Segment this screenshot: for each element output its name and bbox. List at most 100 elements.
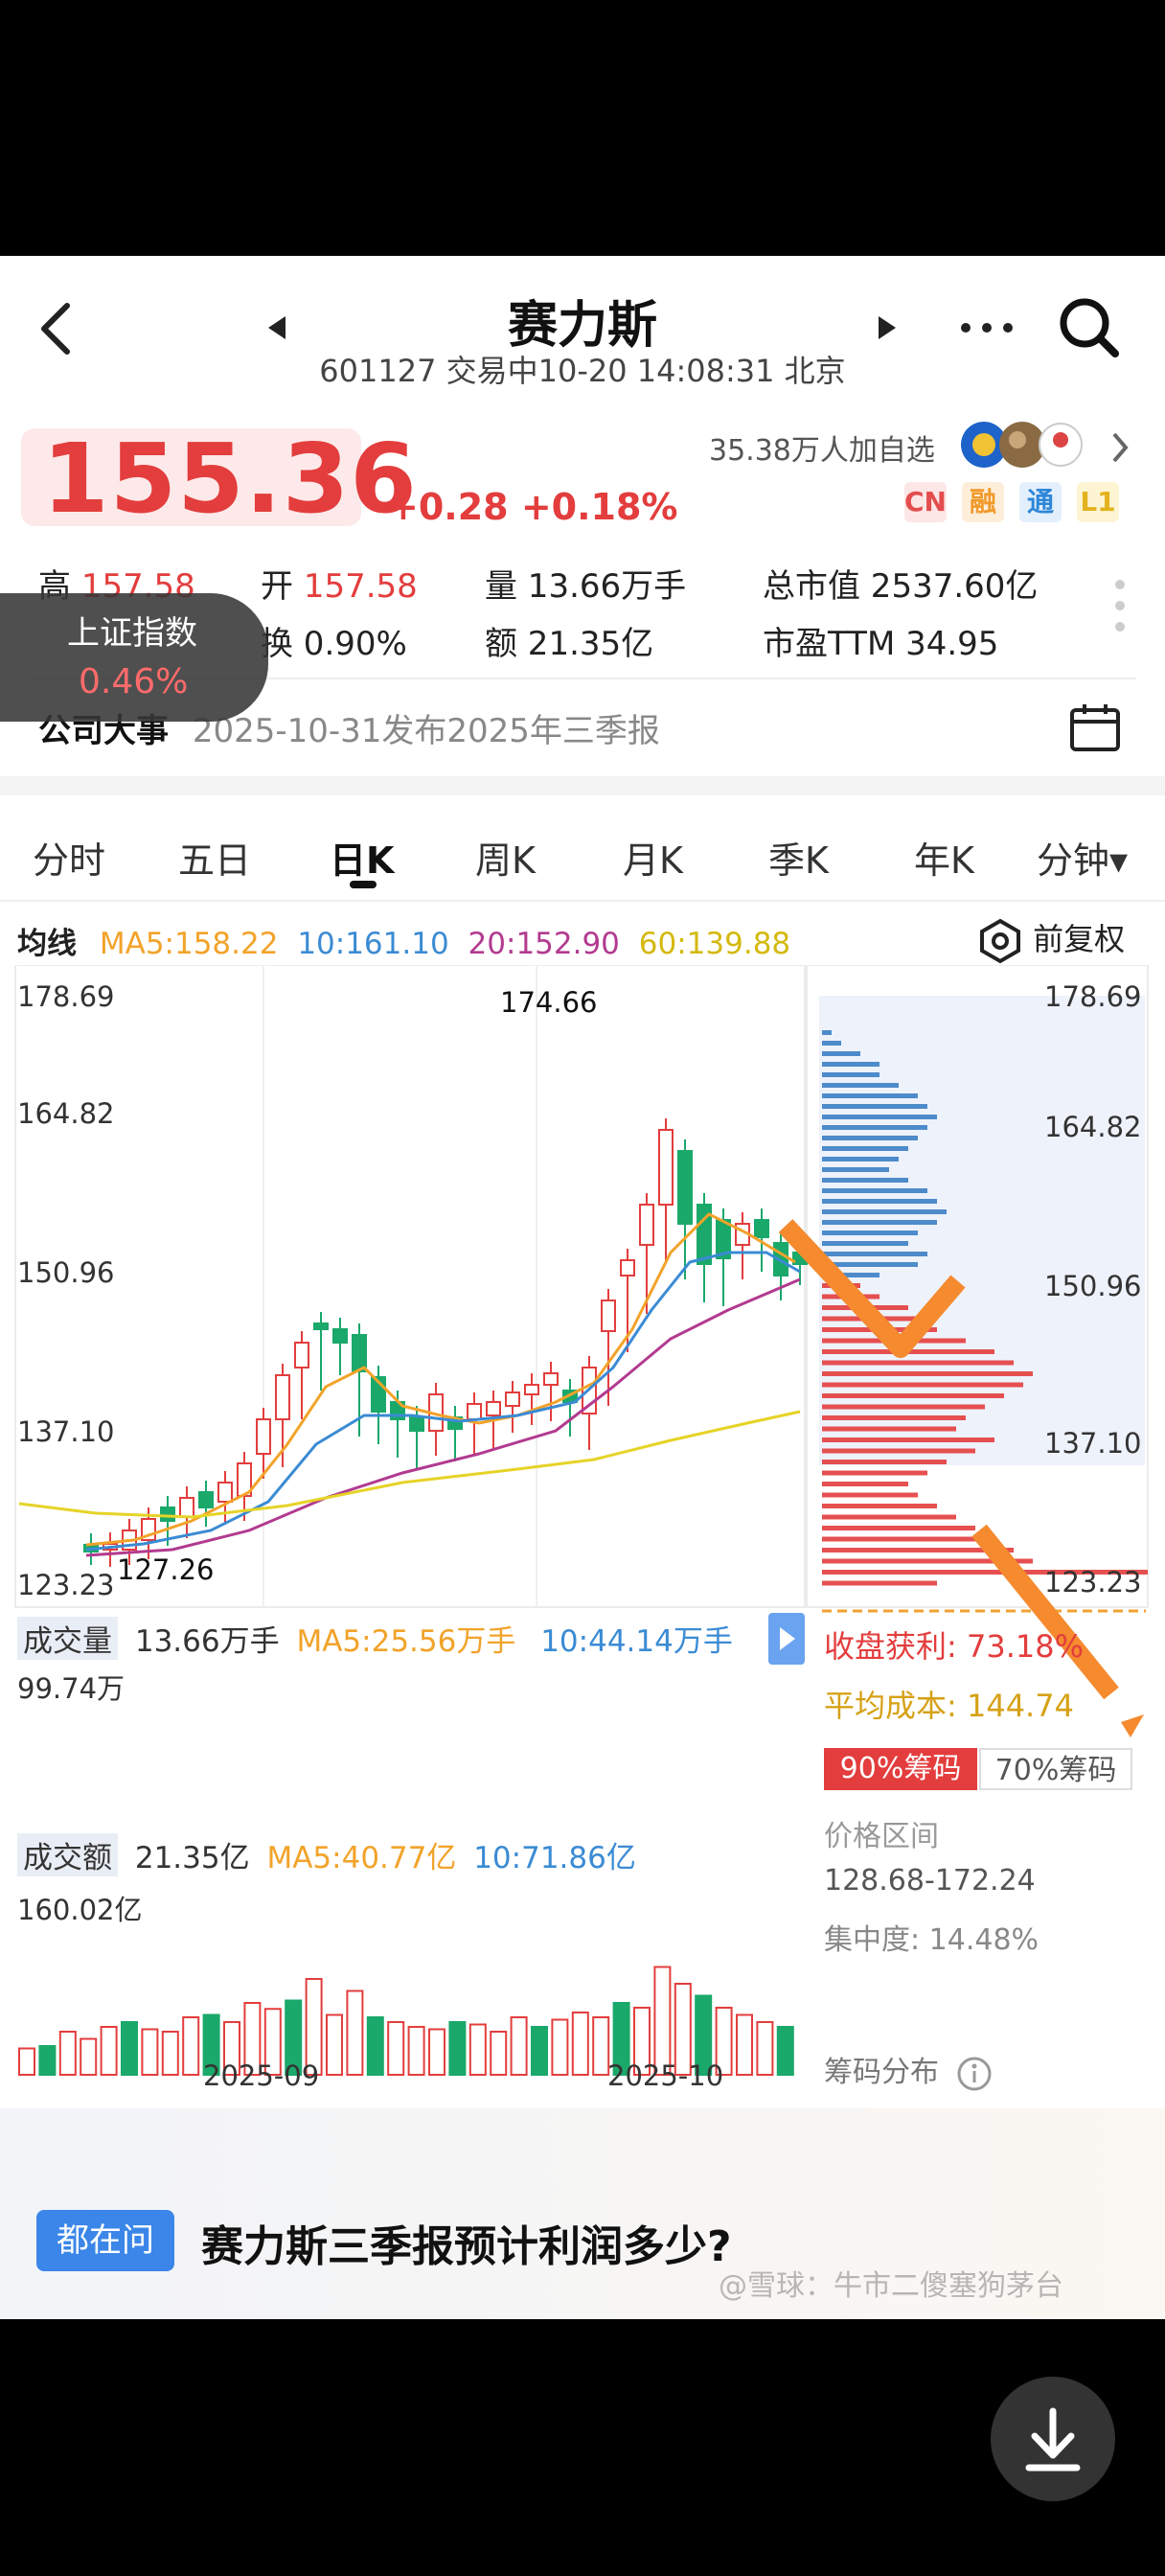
chip-dist-label[interactable]: 筹码分布 xyxy=(824,2048,993,2092)
candle-body-27 xyxy=(601,1300,616,1332)
tab-week-k[interactable]: 周K xyxy=(475,831,536,884)
adjust-button[interactable]: 前复权 xyxy=(977,915,1125,964)
settings-hexagon-icon xyxy=(980,918,1020,964)
chip-bar-blue-13 xyxy=(822,1167,889,1172)
current-price: 155.36 xyxy=(42,423,418,535)
chip-dist-text: 筹码分布 xyxy=(824,2056,939,2089)
volume-bar-17 xyxy=(366,2016,384,2076)
chip-bar-blue-2 xyxy=(822,1051,860,1056)
ma10-value: 10:161.10 xyxy=(297,927,449,961)
badge-margin[interactable]: 融 xyxy=(962,482,1004,522)
followers-chevron[interactable] xyxy=(1109,428,1131,471)
volume-bar-1 xyxy=(38,2045,57,2076)
expand-stats-button[interactable] xyxy=(1113,577,1127,638)
badge-connect[interactable]: 通 xyxy=(1019,482,1062,522)
ma5-value: MA5:158.22 xyxy=(99,927,279,961)
volume-bar-23 xyxy=(490,2031,508,2076)
volume-label[interactable]: 成交量 xyxy=(17,1617,118,1660)
chip-bar-red-11 xyxy=(822,1404,985,1410)
period-tabs: 分时 五日 日K 周K 月K 季K 年K 分钟▾ xyxy=(0,812,1165,898)
ma-legend: 均线 MA5:158.22 10:161.10 20:152.90 60:139… xyxy=(17,919,790,962)
volume-value: 13.66万手 xyxy=(134,1624,280,1659)
chip-profit: 收盘获利: 73.18% xyxy=(824,1622,1084,1667)
volume-bar-8 xyxy=(182,2016,200,2076)
price-axis-left-2: 150.96 xyxy=(17,1256,115,1289)
divider xyxy=(0,900,1165,902)
volume-bar-4 xyxy=(100,2026,118,2076)
volume-bar-7 xyxy=(161,2031,179,2076)
search-button[interactable] xyxy=(1058,296,1121,359)
more-button[interactable] xyxy=(958,313,1016,342)
low-annotation: 127.26 xyxy=(117,1553,215,1586)
volume-bar-19 xyxy=(407,2026,425,2076)
badge-cn[interactable]: CN xyxy=(904,482,947,522)
candle-body-7 xyxy=(217,1482,233,1503)
candle-body-9 xyxy=(256,1418,271,1455)
next-stock-button[interactable] xyxy=(877,313,900,346)
tab-quarter-k[interactable]: 季K xyxy=(768,831,829,884)
chip-bar-blue-20 xyxy=(822,1241,908,1246)
calendar-button[interactable] xyxy=(1069,702,1121,756)
volume-bar-27 xyxy=(571,2012,589,2076)
candle-body-14 xyxy=(352,1334,367,1372)
info-icon xyxy=(957,2057,992,2090)
chip-bar-red-20 xyxy=(822,1504,937,1508)
vertical-dots-icon xyxy=(1115,580,1125,632)
chip-bar-red-23 xyxy=(822,1536,994,1542)
candle-body-10 xyxy=(275,1374,290,1420)
ask-section[interactable]: 都在问 赛力斯三季报预计利润多少? @雪球：牛市二傻塞狗茅台 xyxy=(0,2108,1165,2319)
chip-bar-blue-15 xyxy=(822,1188,927,1193)
legend-expand-button[interactable] xyxy=(768,1613,805,1665)
follower-avatars[interactable] xyxy=(960,419,1085,471)
tab-day-k[interactable]: 日K xyxy=(330,831,394,884)
volume-bar-26 xyxy=(551,2018,569,2076)
volume-bar-2 xyxy=(58,2031,77,2076)
volume-bar-25 xyxy=(531,2026,548,2076)
volume-bar-3 xyxy=(80,2037,98,2076)
triangle-right-icon xyxy=(879,316,896,339)
arrow-head-right xyxy=(1121,1714,1144,1737)
volume-ma5: MA5:25.56万手 xyxy=(296,1624,516,1659)
candle-body-11 xyxy=(294,1342,309,1368)
tab-timeshare[interactable]: 分时 xyxy=(33,831,105,884)
stat-amount: 额 21.35亿 xyxy=(485,625,654,663)
chip-bar-blue-10 xyxy=(822,1136,918,1140)
ask-tag: 都在问 xyxy=(36,2210,174,2271)
candle-body-28 xyxy=(620,1259,635,1276)
chip-range-value: 128.68-172.24 xyxy=(824,1864,1036,1898)
volume-bar-6 xyxy=(141,2028,159,2076)
chip-90-tab[interactable]: 90%筹码 xyxy=(824,1748,977,1790)
volume-bar-24 xyxy=(510,2016,528,2076)
badge-l1[interactable]: L1 xyxy=(1077,482,1119,522)
volume-ma10: 10:44.14万手 xyxy=(540,1624,733,1659)
section-gap xyxy=(0,776,1165,795)
chip-bar-blue-4 xyxy=(822,1072,879,1077)
tab-minute[interactable]: 分钟▾ xyxy=(1037,831,1128,884)
ma20-value: 20:152.90 xyxy=(468,927,620,961)
index-change: 0.46% xyxy=(79,662,189,702)
index-name: 上证指数 xyxy=(67,614,197,653)
amount-legend: 成交额 21.35亿 MA5:40.77亿 10:71.86亿 xyxy=(17,1833,636,1876)
candle-body-13 xyxy=(332,1328,348,1344)
chip-cost-value: 144.74 xyxy=(966,1688,1074,1724)
chip-bar-blue-6 xyxy=(822,1093,918,1098)
chip-bar-red-22 xyxy=(822,1526,975,1530)
chip-cost-label: 平均成本: xyxy=(824,1688,957,1724)
tab-year-k[interactable]: 年K xyxy=(914,831,974,884)
active-tab-indicator xyxy=(350,881,377,888)
price-change: +0.28 +0.18% xyxy=(388,486,678,528)
amount-label[interactable]: 成交额 xyxy=(17,1833,118,1876)
chip-bar-red-15 xyxy=(822,1448,975,1454)
candle-body-23 xyxy=(524,1384,539,1395)
index-tooltip[interactable]: 上证指数 0.46% xyxy=(0,593,268,722)
chip-bar-blue-21 xyxy=(822,1252,927,1256)
chip-bar-red-17 xyxy=(822,1470,927,1476)
chip-70-tab[interactable]: 70%筹码 xyxy=(979,1748,1132,1790)
download-button[interactable] xyxy=(991,2377,1115,2501)
date-axis-1: 2025-10 xyxy=(607,2059,724,2092)
tab-five-day[interactable]: 五日 xyxy=(178,831,251,884)
tab-month-k[interactable]: 月K xyxy=(623,831,683,884)
volume-bar-36 xyxy=(756,2021,774,2076)
candle-body-5 xyxy=(179,1497,194,1518)
followers-count[interactable]: 35.38万人加自选 xyxy=(709,426,935,469)
